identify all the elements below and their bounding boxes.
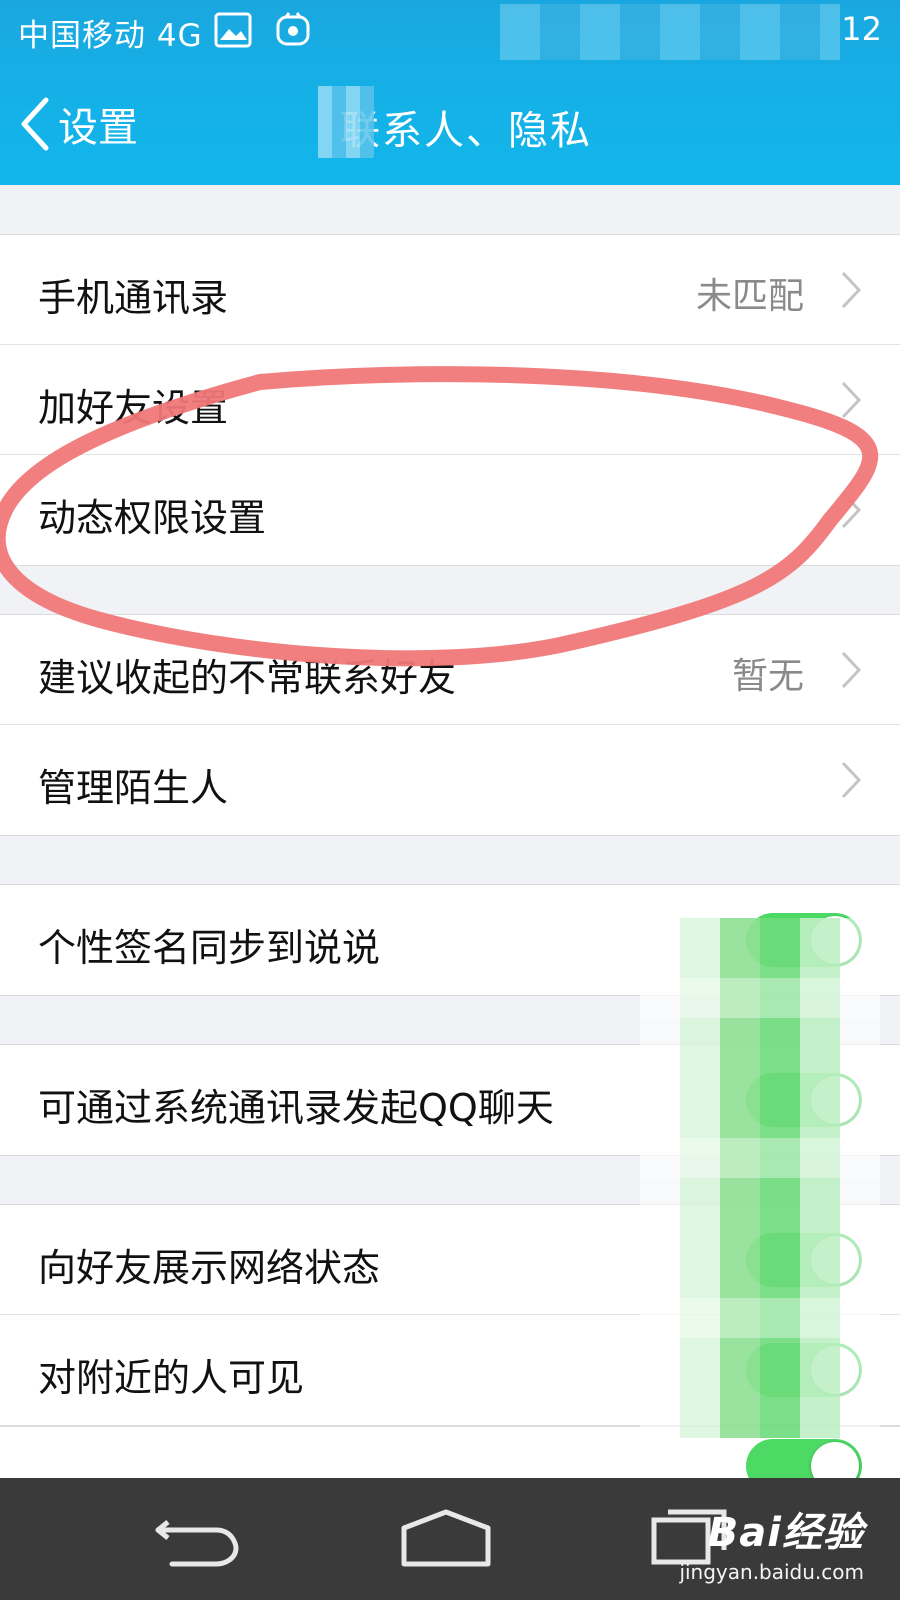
back-nav-icon[interactable]	[150, 1506, 242, 1572]
baidu-jingyan-watermark: Bai经验 jingyan.baidu.com	[679, 1500, 864, 1584]
row-label: 对附近的人可见	[38, 1356, 305, 1400]
home-nav-icon[interactable]	[398, 1506, 494, 1572]
chevron-right-icon	[841, 651, 862, 689]
chevron-right-icon	[841, 271, 862, 309]
settings-group-1: 手机通讯录 未匹配 加好友设置 动态权限设置	[0, 234, 900, 566]
carrier-label: 中国移动 4G	[18, 18, 203, 54]
chevron-right-icon	[841, 761, 862, 799]
row-label: 手机通讯录	[38, 276, 229, 320]
row-value: 未匹配	[695, 276, 804, 317]
row-suggested-collapse-friends[interactable]: 建议收起的不常联系好友 暂无	[0, 615, 900, 725]
screen: 中国移动 4G 12 设置 联系人、隐私 手机通讯录 未匹配 加好友设置 动态权…	[0, 0, 900, 1600]
title-mosaic-blur	[318, 86, 374, 158]
top-bar: 中国移动 4G 12 设置 联系人、隐私	[0, 0, 900, 185]
row-manage-strangers[interactable]: 管理陌生人	[0, 725, 900, 835]
toggle-knob	[811, 1442, 859, 1479]
row-phone-contacts[interactable]: 手机通讯录 未匹配	[0, 235, 900, 345]
row-label: 个性签名同步到说说	[38, 926, 381, 970]
back-button[interactable]: 设置	[18, 92, 138, 156]
chevron-left-icon	[21, 97, 49, 151]
partial-row-toggle[interactable]	[746, 1439, 862, 1479]
row-label: 加好友设置	[38, 386, 229, 430]
watermark-url: jingyan.baidu.com	[679, 1560, 864, 1584]
system-nav-bar: Bai经验 jingyan.baidu.com	[0, 1478, 900, 1600]
watermark-logo: Bai经验	[707, 1510, 864, 1556]
page-title: 联系人、隐私	[340, 108, 592, 154]
row-label: 建议收起的不常联系好友	[38, 656, 457, 700]
row-add-friend-settings[interactable]: 加好友设置	[0, 345, 900, 455]
row-label: 管理陌生人	[38, 766, 229, 810]
status-bar: 中国移动 4G 12	[0, 0, 900, 64]
back-label: 设置	[58, 105, 138, 151]
settings-group-2: 建议收起的不常联系好友 暂无 管理陌生人	[0, 614, 900, 836]
row-value: 暂无	[731, 656, 804, 697]
image-icon	[214, 12, 252, 48]
app-notification-icon	[276, 12, 310, 46]
row-feed-permission-settings[interactable]: 动态权限设置	[0, 455, 900, 565]
chevron-right-icon	[841, 381, 862, 419]
chevron-right-icon	[841, 491, 862, 529]
row-label: 动态权限设置	[38, 496, 267, 540]
clock: 12	[841, 10, 882, 48]
nav-bar: 设置 联系人、隐私	[0, 64, 900, 185]
mosaic-blur	[500, 4, 840, 60]
row-label: 可通过系统通讯录发起QQ聊天	[38, 1086, 554, 1130]
row-label: 向好友展示网络状态	[38, 1246, 381, 1290]
toggle-mosaic-blur	[640, 918, 880, 1438]
